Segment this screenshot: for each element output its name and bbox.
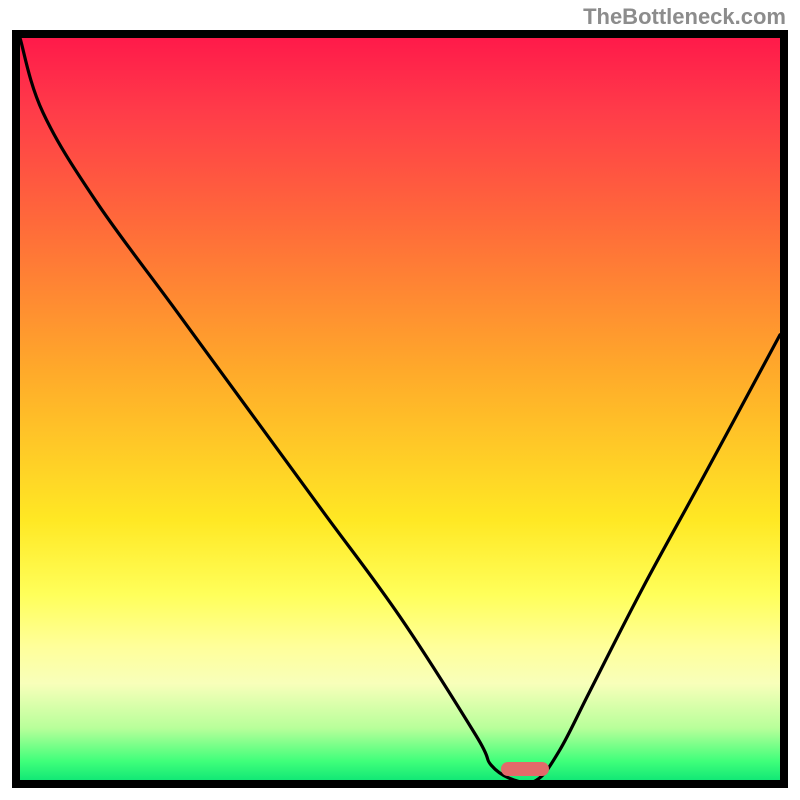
- curve-path: [20, 38, 780, 780]
- watermark-text: TheBottleneck.com: [583, 4, 786, 30]
- curve-svg: [20, 38, 780, 780]
- optimum-marker: [501, 762, 549, 776]
- chart-frame: [12, 30, 788, 788]
- chart-gradient-area: [20, 38, 780, 780]
